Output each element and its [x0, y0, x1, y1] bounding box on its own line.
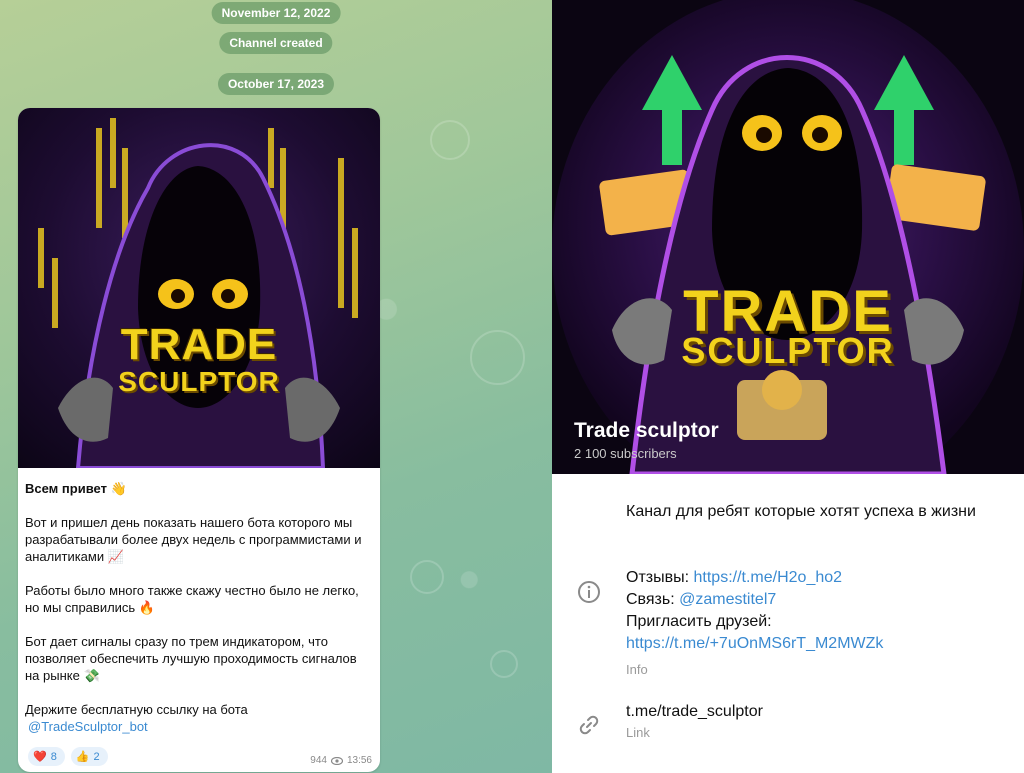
- reaction-count: 8: [50, 750, 57, 763]
- post-time: 13:56: [346, 755, 372, 766]
- post-paragraph: Вот и пришел день показать нашего бота к…: [25, 515, 362, 564]
- invite-label: Пригласить друзей:: [626, 613, 772, 630]
- channel-description: Канал для ребят которые хотят успеха в ж…: [626, 503, 976, 520]
- background-doodle: [470, 330, 525, 385]
- info-caption: Info: [626, 662, 648, 677]
- channel-profile-panel: TRADE SCULPTOR Trade sculptor 2 100 subs…: [552, 0, 1024, 773]
- channel-cover-photo[interactable]: TRADE SCULPTOR Trade sculptor 2 100 subs…: [552, 0, 1024, 474]
- post-image-title-1: TRADE: [120, 320, 278, 369]
- channel-name: Trade sculptor: [574, 419, 719, 442]
- post-greeting: Всем привет 👋: [25, 481, 127, 496]
- post-paragraph: Работы было много также скажу честно был…: [25, 583, 359, 615]
- subscriber-count: 2 100 subscribers: [574, 446, 677, 461]
- eye-icon: [330, 756, 343, 765]
- info-block: Отзывы: https://t.me/H2o_ho2 Связь: @zam…: [626, 567, 1016, 681]
- contact-link[interactable]: @zamestitel7: [679, 591, 776, 608]
- reviews-row: Отзывы: https://t.me/H2o_ho2: [626, 567, 1016, 589]
- reaction-heart[interactable]: ❤️ 8: [28, 747, 65, 766]
- link-caption: Link: [626, 725, 650, 740]
- screenshot: November 12, 2022 Channel created Octobe…: [0, 0, 1024, 773]
- background-doodle: [410, 560, 444, 594]
- post-paragraph: Бот дает сигналы сразу по трем индикатор…: [25, 634, 357, 683]
- link-block: t.me/trade_sculptor Link: [626, 703, 763, 740]
- contact-row: Связь: @zamestitel7: [626, 589, 1016, 611]
- channel-post[interactable]: TRADE SCULPTOR Всем привет 👋 Вот и прише…: [18, 108, 380, 772]
- link-icon: [579, 715, 599, 735]
- post-body: Всем привет 👋 Вот и пришел день показать…: [18, 468, 380, 735]
- contact-label: Связь:: [626, 591, 680, 608]
- view-count: 944: [310, 755, 327, 766]
- service-message: Channel created: [219, 32, 333, 54]
- date-separator: November 12, 2022: [211, 2, 341, 24]
- cover-title-2: SCULPTOR: [681, 330, 895, 371]
- background-doodle: [430, 120, 470, 160]
- channel-link[interactable]: t.me/trade_sculptor: [626, 703, 763, 721]
- chat-panel: November 12, 2022 Channel created Octobe…: [0, 0, 552, 773]
- hooded-figure-illustration: [58, 143, 340, 468]
- thumbs-up-icon: 👍: [75, 751, 90, 763]
- hooded-figure-illustration: [612, 55, 964, 474]
- reaction-thumbs-up[interactable]: 👍 2: [70, 747, 108, 766]
- invite-link[interactable]: https://t.me/+7uOnMS6rT_M2MWZk: [626, 635, 883, 652]
- post-meta: 944 13:56: [310, 755, 372, 766]
- heart-icon: ❤️: [33, 751, 47, 763]
- post-image[interactable]: TRADE SCULPTOR: [18, 108, 380, 468]
- bot-link[interactable]: @TradeSculptor_bot: [28, 718, 372, 735]
- info-icon: [578, 581, 600, 603]
- post-image-title-2: SCULPTOR: [118, 366, 280, 397]
- reviews-link[interactable]: https://t.me/H2o_ho2: [694, 569, 843, 586]
- reactions-bar: ❤️ 8 👍 2: [28, 747, 108, 766]
- post-paragraph: Держите бесплатную ссылку на бота: [25, 702, 248, 717]
- background-doodle: [490, 650, 518, 678]
- date-separator: October 17, 2023: [217, 73, 335, 95]
- reaction-count: 2: [93, 750, 100, 763]
- reviews-label: Отзывы:: [626, 569, 694, 586]
